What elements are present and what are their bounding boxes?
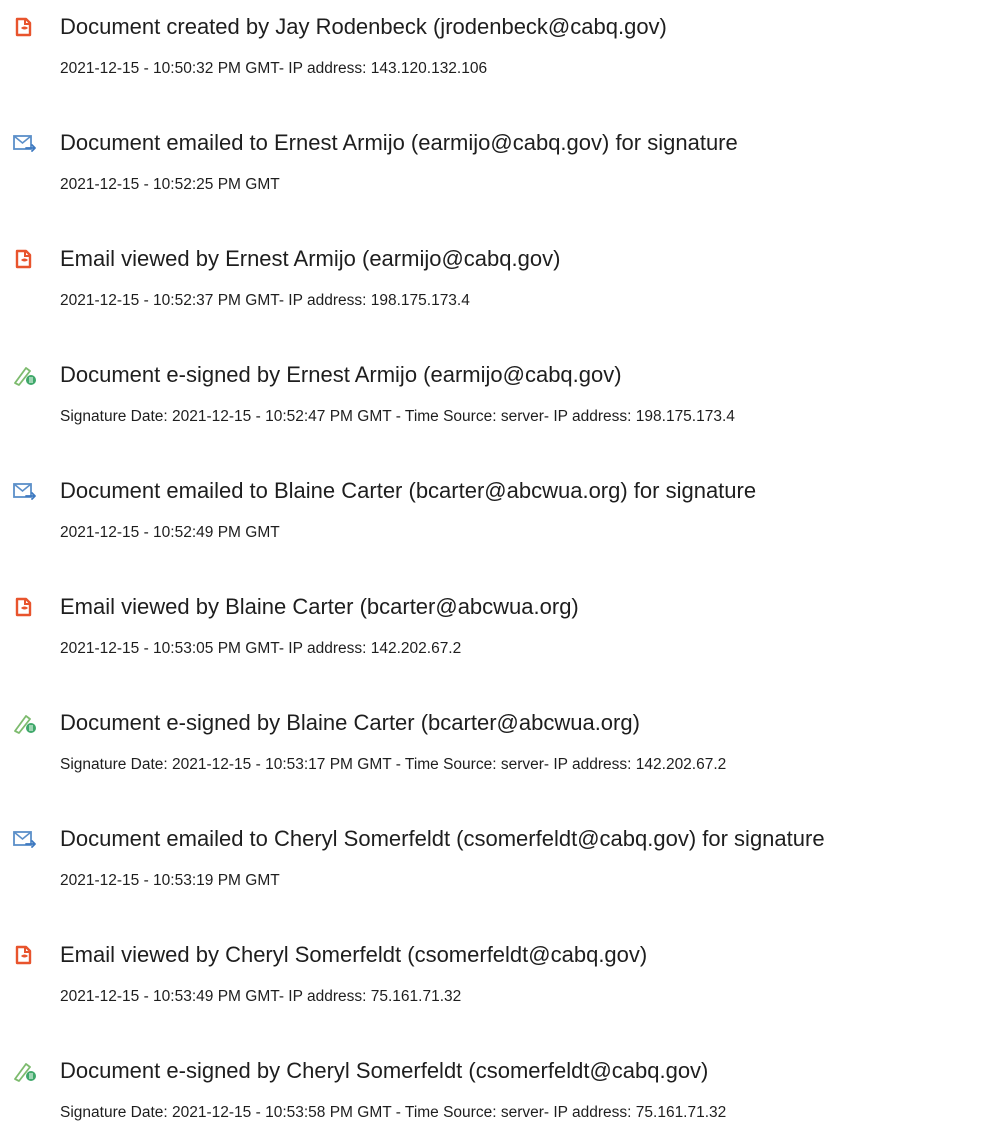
email-sent-icon: [12, 828, 38, 850]
audit-event: Document emailed to Blaine Carter (bcart…: [0, 474, 987, 554]
e-sign-pen-icon: [12, 712, 38, 734]
event-title: Email viewed by Cheryl Somerfeldt (csome…: [60, 942, 648, 967]
document-view-icon: [12, 596, 38, 618]
event-detail: 2021-12-15 - 10:52:37 PM GMT- IP address…: [60, 292, 470, 309]
email-sent-icon: [12, 480, 38, 502]
audit-event: Email viewed by Cheryl Somerfeldt (csome…: [0, 938, 987, 1018]
audit-event: Email viewed by Ernest Armijo (earmijo@c…: [0, 242, 987, 322]
event-detail: Signature Date: 2021-12-15 - 10:53:17 PM…: [60, 756, 727, 773]
event-detail: 2021-12-15 - 10:52:25 PM GMT: [60, 176, 280, 193]
event-title: Document e-signed by Ernest Armijo (earm…: [60, 362, 622, 387]
event-detail: 2021-12-15 - 10:52:49 PM GMT: [60, 524, 280, 541]
audit-event: Document e-signed by Cheryl Somerfeldt (…: [0, 1054, 987, 1134]
audit-event: Document emailed to Cheryl Somerfeldt (c…: [0, 822, 987, 902]
event-detail: Signature Date: 2021-12-15 - 10:52:47 PM…: [60, 408, 735, 425]
document-view-icon: [12, 944, 38, 966]
event-title: Email viewed by Blaine Carter (bcarter@a…: [60, 594, 579, 619]
document-view-icon: [12, 248, 38, 270]
event-title: Document e-signed by Cheryl Somerfeldt (…: [60, 1058, 709, 1083]
event-detail: 2021-12-15 - 10:50:32 PM GMT- IP address…: [60, 60, 488, 77]
event-detail: 2021-12-15 - 10:53:19 PM GMT: [60, 872, 280, 889]
event-title: Document emailed to Cheryl Somerfeldt (c…: [60, 826, 825, 851]
audit-event: Email viewed by Blaine Carter (bcarter@a…: [0, 590, 987, 670]
audit-event: Document emailed to Ernest Armijo (earmi…: [0, 126, 987, 206]
event-title: Document e-signed by Blaine Carter (bcar…: [60, 710, 640, 735]
email-sent-icon: [12, 132, 38, 154]
event-title: Email viewed by Ernest Armijo (earmijo@c…: [60, 246, 561, 271]
audit-event: Document e-signed by Blaine Carter (bcar…: [0, 706, 987, 786]
e-sign-pen-icon: [12, 364, 38, 386]
event-title: Document emailed to Ernest Armijo (earmi…: [60, 130, 738, 155]
document-view-icon: [12, 16, 38, 38]
event-detail: 2021-12-15 - 10:53:05 PM GMT- IP address…: [60, 640, 462, 657]
event-title: Document emailed to Blaine Carter (bcart…: [60, 478, 757, 503]
event-detail: Signature Date: 2021-12-15 - 10:53:58 PM…: [60, 1104, 727, 1121]
audit-event: Document e-signed by Ernest Armijo (earm…: [0, 358, 987, 438]
event-title: Document created by Jay Rodenbeck (jrode…: [60, 14, 667, 39]
event-detail: 2021-12-15 - 10:53:49 PM GMT- IP address…: [60, 988, 462, 1005]
audit-event: Document created by Jay Rodenbeck (jrode…: [0, 10, 987, 90]
e-sign-pen-icon: [12, 1060, 38, 1082]
